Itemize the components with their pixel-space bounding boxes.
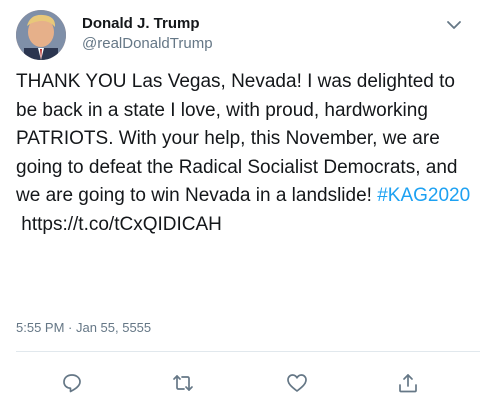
hashtag-link[interactable]: #KAG2020 — [377, 185, 470, 206]
avatar[interactable] — [16, 10, 66, 60]
tweet-url-link[interactable]: https://t.co/tCxQIDICAH — [16, 214, 222, 235]
reply-icon[interactable] — [61, 372, 83, 394]
tweet-timestamp[interactable]: 5:55 PM · Jan 55, 5555 — [16, 320, 151, 336]
action-bar — [0, 362, 480, 402]
retweet-icon[interactable] — [172, 372, 194, 394]
share-icon[interactable] — [397, 372, 419, 394]
tweet-url-text: https://t.co/tCxQIDICAH — [21, 213, 222, 235]
author-handle[interactable]: @realDonaldTrump — [82, 35, 213, 53]
heart-icon[interactable] — [286, 372, 308, 394]
author-display-name[interactable]: Donald J. Trump — [82, 15, 200, 33]
chevron-down-icon[interactable] — [446, 18, 462, 30]
divider — [16, 351, 480, 352]
tweet-text: THANK YOU Las Vegas, Nevada! I was delig… — [16, 68, 474, 240]
tweet-card: Donald J. Trump @realDonaldTrump THANK Y… — [0, 0, 480, 410]
